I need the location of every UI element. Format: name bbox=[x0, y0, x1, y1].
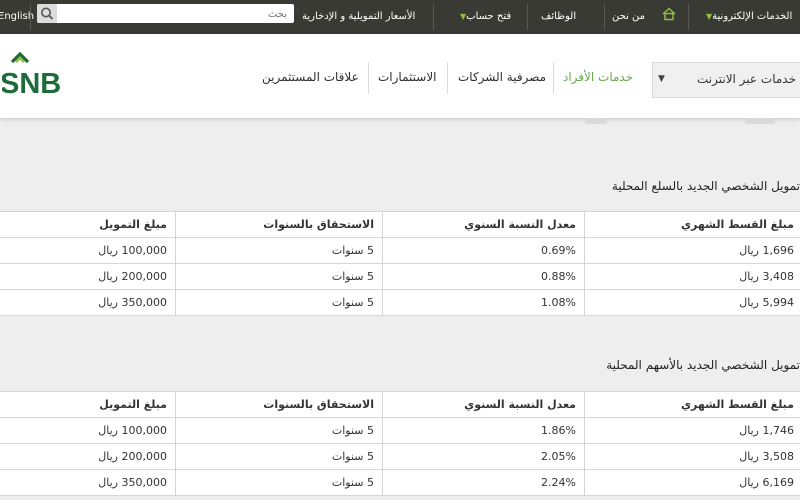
header-apr: معدل النسبة السنوي bbox=[382, 211, 585, 238]
cell-apr: 0.69% bbox=[382, 237, 585, 264]
search-input[interactable] bbox=[61, 5, 289, 23]
cell-term: 5 سنوات bbox=[175, 237, 383, 264]
cell-apr: 2.05% bbox=[382, 443, 585, 470]
main-header: SNB علاقات المستثمرين الاستثمارات مصرفية… bbox=[0, 34, 800, 118]
cell-installment: 3,408 ريال bbox=[584, 263, 800, 290]
nav-divider bbox=[553, 62, 554, 94]
online-services-label: خدمات عبر الانترنت bbox=[696, 72, 796, 86]
section-title-goods: تمويل الشخصي الجديد بالسلع المحلية bbox=[611, 179, 800, 193]
table-row: 200,000 ريال 5 سنوات 0.88% 3,408 ريال bbox=[0, 263, 800, 290]
table-row: 200,000 ريال 5 سنوات 2.05% 3,508 ريال bbox=[0, 443, 800, 470]
cell-term: 5 سنوات bbox=[175, 289, 383, 316]
nav-divider bbox=[368, 62, 369, 94]
top-bar: English الأسعار التمويلية و الإدخارية فت… bbox=[0, 0, 800, 34]
search-box[interactable] bbox=[37, 4, 294, 23]
table-row: 100,000 ريال 5 سنوات 0.69% 1,696 ريال bbox=[0, 237, 800, 264]
nav-investor-relations[interactable]: علاقات المستثمرين bbox=[262, 70, 359, 84]
table-row: 350,000 ريال 5 سنوات 1.08% 5,994 ريال bbox=[0, 289, 800, 316]
caret-down-icon: ▼ bbox=[658, 74, 665, 84]
home-icon[interactable] bbox=[662, 7, 676, 21]
cut-off-text bbox=[585, 118, 607, 124]
cell-amount: 350,000 ريال bbox=[0, 469, 176, 496]
eservices-menu[interactable]: الخدمات الإلكترونية▼ bbox=[702, 0, 792, 34]
open-account-label: فتح حساب bbox=[466, 11, 512, 22]
cell-amount: 350,000 ريال bbox=[0, 289, 176, 316]
search-button[interactable] bbox=[37, 4, 57, 23]
cell-apr: 1.86% bbox=[382, 417, 585, 444]
table-row: 100,000 ريال 5 سنوات 1.86% 1,746 ريال bbox=[0, 417, 800, 444]
top-bar-divider bbox=[433, 4, 434, 30]
cell-installment: 3,508 ريال bbox=[584, 443, 800, 470]
search-icon bbox=[41, 7, 54, 20]
cut-off-text bbox=[745, 118, 775, 124]
cell-installment: 1,746 ريال bbox=[584, 417, 800, 444]
cell-apr: 0.88% bbox=[382, 263, 585, 290]
online-services-dropdown[interactable]: ▼ خدمات عبر الانترنت bbox=[652, 62, 800, 98]
cell-amount: 100,000 ريال bbox=[0, 237, 176, 264]
header-amount: مبلغ التمويل bbox=[0, 211, 176, 238]
cell-amount: 100,000 ريال bbox=[0, 417, 176, 444]
rates-table-stocks: مبلغ التمويل الاستحقاق بالسنوات معدل الن… bbox=[0, 391, 800, 496]
section-title-stocks: تمويل الشخصي الجديد بالأسهم المحلية bbox=[606, 358, 800, 372]
cell-term: 5 سنوات bbox=[175, 417, 383, 444]
top-bar-divider bbox=[604, 4, 605, 30]
cell-amount: 200,000 ريال bbox=[0, 263, 176, 290]
rates-link[interactable]: الأسعار التمويلية و الإدخارية bbox=[302, 0, 415, 34]
cell-installment: 1,696 ريال bbox=[584, 237, 800, 264]
top-bar-divider bbox=[688, 4, 689, 30]
cell-term: 5 سنوات bbox=[175, 469, 383, 496]
language-switch-link[interactable]: English bbox=[0, 0, 34, 34]
cell-apr: 2.24% bbox=[382, 469, 585, 496]
open-account-menu[interactable]: فتح حساب▼ bbox=[456, 0, 511, 34]
header-installment: مبلغ القسط الشهري bbox=[584, 211, 800, 238]
top-bar-divider bbox=[30, 4, 31, 30]
cell-apr: 1.08% bbox=[382, 289, 585, 316]
cell-amount: 200,000 ريال bbox=[0, 443, 176, 470]
jobs-link[interactable]: الوظائف bbox=[541, 0, 576, 34]
logo-text: SNB bbox=[2, 68, 61, 96]
nav-divider bbox=[447, 62, 448, 94]
header-amount: مبلغ التمويل bbox=[0, 391, 176, 418]
table-header-row: مبلغ التمويل الاستحقاق بالسنوات معدل الن… bbox=[0, 391, 800, 418]
nav-investments[interactable]: الاستثمارات bbox=[378, 70, 437, 84]
header-term: الاستحقاق بالسنوات bbox=[175, 211, 383, 238]
table-header-row: مبلغ التمويل الاستحقاق بالسنوات معدل الن… bbox=[0, 211, 800, 238]
snb-logo[interactable]: SNB bbox=[0, 48, 92, 100]
cell-installment: 5,994 ريال bbox=[584, 289, 800, 316]
top-bar-divider bbox=[527, 4, 528, 30]
header-term: الاستحقاق بالسنوات bbox=[175, 391, 383, 418]
nav-individual-services[interactable]: خدمات الأفراد bbox=[563, 70, 633, 84]
cell-term: 5 سنوات bbox=[175, 443, 383, 470]
cell-term: 5 سنوات bbox=[175, 263, 383, 290]
nav-corporate-banking[interactable]: مصرفية الشركات bbox=[458, 70, 546, 84]
table-row: 350,000 ريال 5 سنوات 2.24% 6,169 ريال bbox=[0, 469, 800, 496]
eservices-label: الخدمات الإلكترونية bbox=[712, 11, 793, 22]
rates-table-goods: مبلغ التمويل الاستحقاق بالسنوات معدل الن… bbox=[0, 211, 800, 316]
logo-mark-icon: SNB bbox=[0, 51, 61, 100]
cell-installment: 6,169 ريال bbox=[584, 469, 800, 496]
about-link[interactable]: من نحن bbox=[612, 0, 645, 34]
header-installment: مبلغ القسط الشهري bbox=[584, 391, 800, 418]
header-apr: معدل النسبة السنوي bbox=[382, 391, 585, 418]
